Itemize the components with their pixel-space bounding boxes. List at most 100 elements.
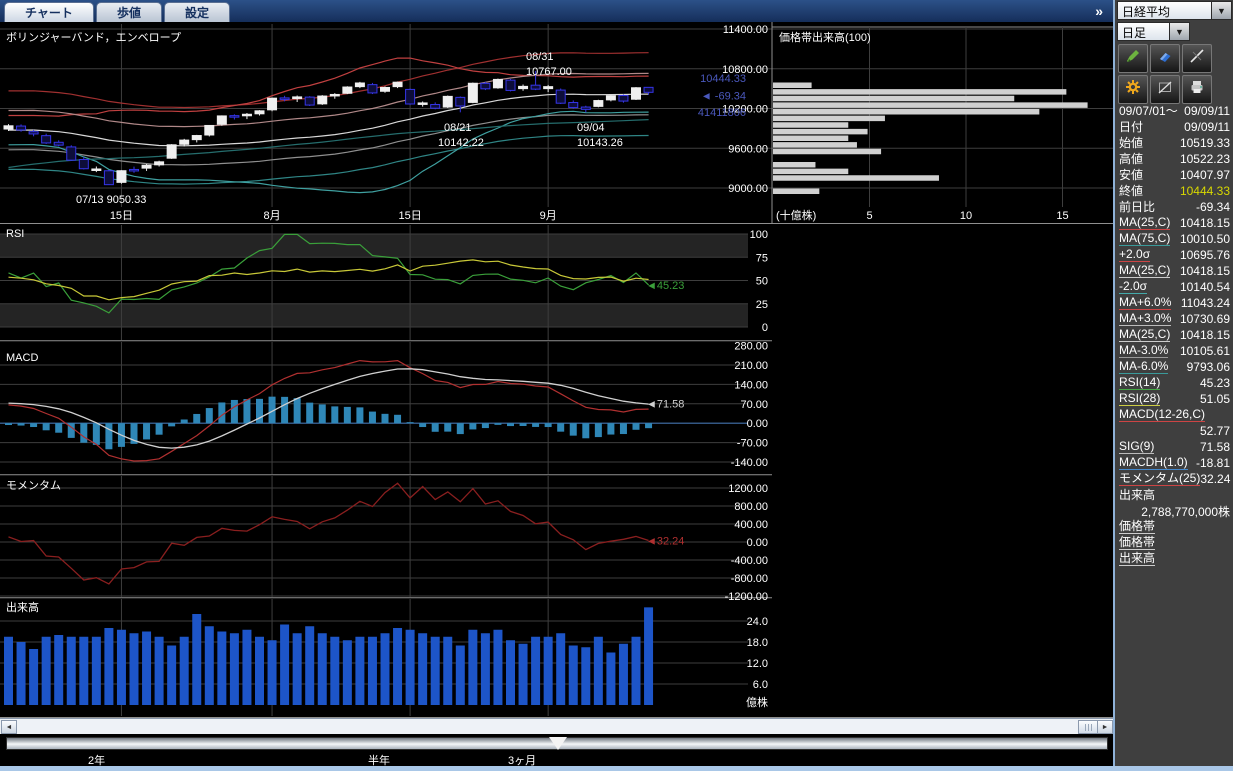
row-value: 45.23 xyxy=(1200,376,1230,390)
row-label: MA+3.0% xyxy=(1119,312,1171,326)
quote-row: 安値10407.97 xyxy=(1115,167,1233,183)
indicator-link-row[interactable]: MACD(12-26,C) xyxy=(1115,407,1233,423)
pencil-button[interactable] xyxy=(1118,44,1148,73)
svg-text:9000.00: 9000.00 xyxy=(728,183,768,195)
svg-text:280.00: 280.00 xyxy=(734,341,768,353)
quote-row: 前日比-69.34 xyxy=(1115,199,1233,215)
tab-2[interactable]: 歩値 xyxy=(96,2,162,22)
svg-text:-800.00: -800.00 xyxy=(731,573,768,585)
indicator-link-row[interactable]: MA(25,C) 10418.15 xyxy=(1115,263,1233,279)
indicator-link-row[interactable]: MA(25,C)10418.15 xyxy=(1115,215,1233,231)
row-label: 始値 xyxy=(1119,137,1143,150)
svg-text:-70.00: -70.00 xyxy=(737,438,768,450)
left-arrow-icon: ◄ xyxy=(6,724,13,731)
row-value: -18.81 xyxy=(1196,456,1230,470)
settings-button[interactable] xyxy=(1118,75,1148,104)
range-labels: 2年半年3ヶ月 xyxy=(0,752,1113,766)
scroll-right-button[interactable]: ► xyxy=(1097,720,1113,734)
svg-text:9月: 9月 xyxy=(540,210,557,222)
indicator-link-row[interactable]: MA-3.0%10105.61 xyxy=(1115,343,1233,359)
svg-text:18.0: 18.0 xyxy=(747,637,768,649)
indicator-link-row[interactable]: 価格帯 xyxy=(1115,535,1233,551)
indicator-link-row[interactable]: MA(25,C)10418.15 xyxy=(1115,327,1233,343)
chart-application-window: 価格帯出来高(100)(十億株)5101511400.0010800.00102… xyxy=(0,0,1233,771)
tab-3[interactable]: 設定 xyxy=(164,2,230,22)
svg-text:(十億株): (十億株) xyxy=(776,208,816,222)
svg-text:RSI: RSI xyxy=(6,228,24,240)
indicator-link-row[interactable]: 価格帯 xyxy=(1115,519,1233,535)
indicator-link-row[interactable]: MACDH(1.0)-18.81 xyxy=(1115,455,1233,471)
chart-style-button[interactable] xyxy=(1150,75,1180,104)
chart-style-icon xyxy=(1157,79,1173,100)
svg-text:モメンタム: モメンタム xyxy=(6,479,61,492)
row-label: 出来高 xyxy=(1119,489,1155,502)
indicator-link-row[interactable]: MA+6.0%11043.24 xyxy=(1115,295,1233,311)
svg-text:24.0: 24.0 xyxy=(747,616,768,628)
pencil-icon xyxy=(1125,48,1141,69)
scroll-left-button[interactable]: ◄ xyxy=(1,720,17,734)
row-label: MA(75,C) xyxy=(1119,232,1170,246)
printer-button[interactable] xyxy=(1182,75,1212,104)
range-slider-thumb[interactable] xyxy=(549,737,567,750)
indicator-link-row[interactable]: 出来高 xyxy=(1115,551,1233,567)
row-value: 10140.54 xyxy=(1180,280,1230,294)
tab-bar: » チャート歩値設定 xyxy=(0,0,1113,22)
chevron-down-icon[interactable]: ▼ xyxy=(1212,1,1232,20)
row-label: +2.0σ xyxy=(1119,248,1150,262)
symbol-select[interactable]: 日経平均 ▼ xyxy=(1117,1,1232,20)
indicator-link-row[interactable]: モメンタム(25)32.24 xyxy=(1115,471,1233,487)
tab-1[interactable]: チャート xyxy=(4,2,94,22)
eraser-button[interactable] xyxy=(1150,44,1180,73)
row-label: SIG(9) xyxy=(1119,440,1154,454)
svg-text:-1200.00: -1200.00 xyxy=(725,591,768,603)
quote-row: 52.77 xyxy=(1115,423,1233,439)
row-value: 10418.15 xyxy=(1180,264,1230,278)
svg-text:6.0: 6.0 xyxy=(753,679,768,691)
trendline-button[interactable] xyxy=(1182,44,1212,73)
indicator-link-row[interactable]: RSI(28)51.05 xyxy=(1115,391,1233,407)
row-value: -69.34 xyxy=(1196,200,1230,214)
indicator-link-row[interactable]: MA(75,C) 10010.50 xyxy=(1115,231,1233,247)
timeframe-select[interactable]: 日足 ▼ xyxy=(1117,22,1190,41)
svg-text:140.00: 140.00 xyxy=(734,379,768,391)
indicator-link-row[interactable]: MA-6.0%9793.06 xyxy=(1115,359,1233,375)
indicator-link-row[interactable]: -2.0σ10140.54 xyxy=(1115,279,1233,295)
svg-text:15日: 15日 xyxy=(110,210,133,222)
indicator-link-row[interactable]: +2.0σ 10695.76 xyxy=(1115,247,1233,263)
svg-text:10143.26: 10143.26 xyxy=(577,137,623,149)
row-value: 51.05 xyxy=(1200,392,1230,406)
horizontal-scrollbar[interactable]: ◄ ► xyxy=(0,718,1113,735)
row-value: 10010.50 xyxy=(1180,232,1230,246)
scrollbar-thumb[interactable] xyxy=(1078,720,1099,734)
indicator-link-row[interactable]: RSI(14)45.23 xyxy=(1115,375,1233,391)
chevron-down-icon[interactable]: ▼ xyxy=(1170,22,1190,41)
chart-canvas[interactable]: 価格帯出来高(100)(十億株)5101511400.0010800.00102… xyxy=(0,0,1113,718)
timeframe-value: 日足 xyxy=(1117,22,1170,41)
row-value: 32.24 xyxy=(1200,472,1230,486)
svg-text:800.00: 800.00 xyxy=(734,501,768,513)
row-label: 価格帯 xyxy=(1119,536,1155,550)
svg-text:07/13 9050.33: 07/13 9050.33 xyxy=(76,194,146,206)
svg-text:8月: 8月 xyxy=(263,210,280,222)
tab-overflow-chevron-icon[interactable]: » xyxy=(1095,3,1101,19)
indicator-link-row[interactable]: SIG(9) 71.58 xyxy=(1115,439,1233,455)
row-value: 71.58 xyxy=(1200,440,1230,454)
row-value: 09/09/11 xyxy=(1184,120,1230,134)
svg-text:75: 75 xyxy=(756,252,768,264)
svg-text:-140.00: -140.00 xyxy=(731,457,768,469)
indicator-link-row[interactable]: MA+3.0%10730.69 xyxy=(1115,311,1233,327)
row-value: 10695.76 xyxy=(1180,248,1230,262)
svg-text:出来高: 出来高 xyxy=(6,600,39,614)
row-label: MA+6.0% xyxy=(1119,296,1171,310)
row-label: MA(25,C) xyxy=(1119,264,1170,278)
row-label: 終値 xyxy=(1119,185,1143,198)
svg-text:09/04: 09/04 xyxy=(577,122,605,134)
row-label: 高値 xyxy=(1119,153,1143,166)
sidebar: 日経平均 ▼ 日足 ▼ 09/07/01～09/09/11日付09/09/11始… xyxy=(1113,0,1233,766)
time-range-slider xyxy=(0,734,1113,752)
quote-data-list: 09/07/01～09/09/11日付09/09/11始値10519.33高値1… xyxy=(1115,103,1233,567)
svg-text:25: 25 xyxy=(756,299,768,311)
svg-text:70.00: 70.00 xyxy=(740,399,768,411)
svg-text:10444.33: 10444.33 xyxy=(700,73,746,85)
svg-text:10767.00: 10767.00 xyxy=(526,66,572,78)
